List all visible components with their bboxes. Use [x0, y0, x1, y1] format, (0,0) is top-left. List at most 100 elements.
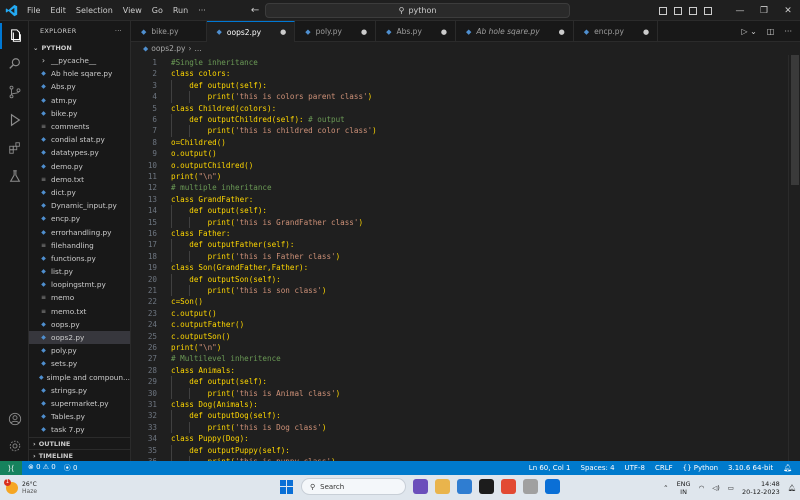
file-item[interactable]: ◆ sets.py [29, 357, 130, 370]
testing-flask-icon[interactable] [0, 163, 29, 189]
language-mode[interactable]: {} Python [683, 464, 718, 472]
editor-tab[interactable]: ◆ bike.py [131, 21, 207, 42]
search-activity-icon[interactable] [0, 51, 29, 77]
file-item[interactable]: ◆ datatypes.py [29, 146, 130, 159]
minimize-icon[interactable]: — [728, 6, 752, 16]
editor-tab[interactable]: ◆ Ab hole sqare.py ● [456, 21, 574, 42]
code-line[interactable]: 1 #Single inheritance [131, 57, 791, 68]
code-line[interactable]: 21 print('this is son class') [131, 285, 791, 296]
file-item[interactable]: ◆ Ab hole sqare.py [29, 67, 130, 80]
input-language[interactable]: ENG IN [677, 480, 691, 496]
code-line[interactable]: 2 class colors: [131, 68, 791, 79]
code-line[interactable]: 15 print('this is GrandFather class') [131, 217, 791, 228]
scrollbar-thumb[interactable] [791, 55, 799, 185]
back-arrow-icon[interactable]: ← [251, 5, 259, 16]
more-actions-icon[interactable]: ··· [115, 27, 122, 35]
file-item[interactable]: ◆ errorhandling.py [29, 225, 130, 238]
taskbar-search[interactable]: ⚲ Search [301, 478, 406, 495]
file-item[interactable]: ≡ filehandling [29, 239, 130, 252]
customize-layout-icon[interactable] [704, 6, 712, 15]
code-line[interactable]: 9 o.output() [131, 148, 791, 159]
code-line[interactable]: 17 def outputFather(self): [131, 239, 791, 250]
file-item[interactable]: ◆ strings.py [29, 384, 130, 397]
unsaved-dot-icon[interactable]: ● [280, 28, 286, 36]
file-item[interactable]: ◆ loopingstmt.py [29, 278, 130, 291]
source-control-icon[interactable] [0, 79, 29, 105]
editor-tab[interactable]: ◆ poly.py ● [295, 21, 377, 42]
file-item[interactable]: ◆ condial stat.py [29, 133, 130, 146]
run-debug-icon[interactable] [0, 107, 29, 133]
code-line[interactable]: 13 class GrandFather: [131, 194, 791, 205]
code-line[interactable]: 8 o=Childred() [131, 137, 791, 148]
code-line[interactable]: 11 print("\n") [131, 171, 791, 182]
code-line[interactable]: 35 def outputPuppy(self): [131, 445, 791, 456]
end-of-line[interactable]: CRLF [655, 464, 673, 472]
code-line[interactable]: 22 c=Son() [131, 296, 791, 307]
code-line[interactable]: 27 # Multilevel inheritence [131, 353, 791, 364]
menu-item[interactable]: Selection [71, 6, 118, 15]
toggle-panel-icon[interactable] [674, 6, 682, 15]
menu-item[interactable]: File [22, 6, 45, 15]
code-line[interactable]: 34 class Puppy(Dog): [131, 433, 791, 444]
chrome-browser-icon[interactable] [501, 479, 516, 494]
store-app-icon[interactable] [479, 479, 494, 494]
folder-python[interactable]: ⌄ PYTHON [29, 41, 130, 54]
file-item[interactable]: ≡ memo [29, 291, 130, 304]
edge-browser-icon[interactable] [457, 479, 472, 494]
notifications-bell-icon[interactable]: 🔔︎ [783, 464, 792, 472]
file-item[interactable]: ≡ memo.txt [29, 305, 130, 318]
menu-item[interactable]: ··· [193, 6, 211, 15]
unsaved-dot-icon[interactable]: ● [441, 28, 447, 36]
code-line[interactable]: 14 def output(self): [131, 205, 791, 216]
outline-section[interactable]: › OUTLINE [29, 437, 130, 449]
code-line[interactable]: 10 o.outputChildred() [131, 160, 791, 171]
file-item[interactable]: ◆ encp.py [29, 212, 130, 225]
file-item[interactable]: ◆ poly.py [29, 344, 130, 357]
code-line[interactable]: 16 class Father: [131, 228, 791, 239]
file-item[interactable]: ◆ simple and compoun... [29, 371, 130, 384]
run-python-file-icon[interactable]: ▷ ⌄ [741, 27, 756, 36]
command-center-search[interactable]: ⚲ python [265, 3, 570, 18]
editor-tab[interactable]: ◆ encp.py ● [574, 21, 659, 42]
close-icon[interactable]: ✕ [776, 6, 800, 16]
file-item[interactable]: ≡ comments [29, 120, 130, 133]
file-item[interactable]: ◆ oops.py [29, 318, 130, 331]
menu-item[interactable]: Go [147, 6, 168, 15]
account-icon[interactable] [0, 406, 29, 432]
file-item[interactable]: ◆ supermarket.py [29, 397, 130, 410]
editor-scrollbar[interactable] [788, 55, 800, 461]
code-line[interactable]: 24 c.outputFather() [131, 319, 791, 330]
code-line[interactable]: 19 class Son(GrandFather,Father): [131, 262, 791, 273]
volume-icon[interactable]: ◁) [712, 484, 720, 492]
editor-tab[interactable]: ◆ oops2.py ● [206, 21, 296, 42]
code-line[interactable]: 6 def outputChildred(self): # output [131, 114, 791, 125]
code-editor[interactable]: 1 #Single inheritance 2 class colors: 3 def … [131, 55, 800, 461]
problems-indicator[interactable]: ⊗ 0 ⚠ 0 [28, 463, 56, 473]
code-line[interactable]: 26 print("\n") [131, 342, 791, 353]
tray-overflow-chevron-icon[interactable]: ⌃ [663, 484, 668, 492]
toggle-primary-sidebar-icon[interactable] [659, 6, 667, 15]
file-item[interactable]: ◆ list.py [29, 265, 130, 278]
unsaved-dot-icon[interactable]: ● [361, 28, 367, 36]
ports-indicator[interactable]: ⦿ 0 [64, 463, 78, 473]
split-editor-icon[interactable]: ◫ [767, 27, 775, 36]
file-explorer-icon[interactable] [435, 479, 450, 494]
code-line[interactable]: 33 print('this is Dog class') [131, 422, 791, 433]
extensions-icon[interactable] [0, 135, 29, 161]
restore-icon[interactable]: ❐ [752, 6, 776, 16]
file-item[interactable]: ◆ bike.py [29, 107, 130, 120]
more-actions-icon[interactable]: ··· [784, 27, 792, 36]
code-line[interactable]: 32 def outputDog(self): [131, 410, 791, 421]
code-line[interactable]: 25 c.outputSon() [131, 331, 791, 342]
code-line[interactable]: 12 # multiple inheritance [131, 182, 791, 193]
code-line[interactable]: 28 class Animals: [131, 365, 791, 376]
menu-item[interactable]: View [118, 6, 147, 15]
menu-item[interactable]: Run [168, 6, 193, 15]
code-line[interactable]: 23 c.output() [131, 308, 791, 319]
file-encoding[interactable]: UTF-8 [625, 464, 645, 472]
file-item[interactable]: ◆ demo.py [29, 160, 130, 173]
code-line[interactable]: 30 print('this is Animal class') [131, 388, 791, 399]
clock[interactable]: 14:48 20-12-2023 [742, 480, 780, 496]
timeline-section[interactable]: › TIMELINE [29, 449, 130, 461]
code-line[interactable]: 20 def outputSon(self): [131, 274, 791, 285]
